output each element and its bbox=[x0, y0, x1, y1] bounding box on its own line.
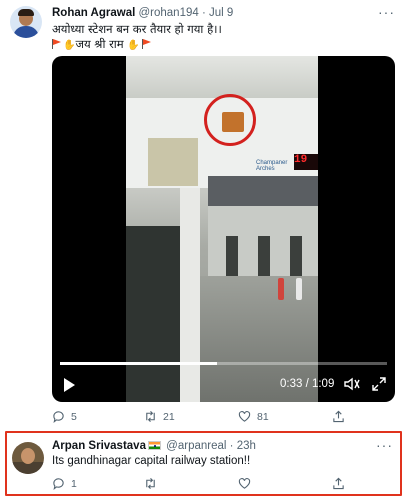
led-display: 19 bbox=[294, 154, 318, 170]
flag-icon bbox=[52, 39, 61, 49]
flag-icon bbox=[141, 39, 151, 49]
tweet-actions: 5 21 81 bbox=[52, 410, 392, 426]
reply-button[interactable]: 5 bbox=[52, 410, 77, 423]
wall-art-image bbox=[148, 138, 198, 186]
like-count: 81 bbox=[257, 410, 269, 423]
share-button[interactable] bbox=[332, 410, 351, 423]
reply-icon bbox=[53, 411, 64, 423]
reply-header: Arpan Srivastava @arpanreal · 23h bbox=[52, 440, 256, 452]
share-button[interactable] bbox=[332, 477, 351, 490]
pillar bbox=[180, 188, 200, 402]
video-player[interactable]: Champaner Arches 19 0:33 / 1:09 bbox=[52, 56, 395, 402]
like-button[interactable]: 81 bbox=[238, 410, 269, 423]
tweet-header: Rohan Agrawal @rohan194 · Jul 9 bbox=[52, 7, 233, 19]
video-frame[interactable]: Champaner Arches 19 bbox=[126, 56, 318, 402]
separator: · bbox=[201, 7, 206, 19]
heart-icon bbox=[238, 411, 251, 422]
share-icon bbox=[333, 477, 344, 490]
dark-foreground bbox=[126, 226, 180, 402]
retweet-count: 21 bbox=[163, 410, 175, 423]
person bbox=[296, 278, 302, 300]
gate bbox=[226, 236, 238, 276]
highlight-circle bbox=[204, 94, 256, 146]
more-icon[interactable]: ··· bbox=[378, 4, 395, 20]
station-sign: Champaner Arches bbox=[256, 160, 288, 172]
author-handle[interactable]: @rohan194 bbox=[138, 7, 198, 19]
tweet-text-chant: जय श्री राम bbox=[75, 37, 124, 51]
video-progress-bar[interactable] bbox=[60, 362, 387, 365]
person bbox=[278, 278, 284, 300]
reply-tweet[interactable]: Arpan Srivastava @arpanreal · 23h ··· It… bbox=[5, 431, 402, 496]
tweet-date[interactable]: Jul 9 bbox=[209, 7, 233, 19]
gate bbox=[258, 236, 270, 276]
play-icon[interactable] bbox=[64, 378, 75, 392]
pray-icon: ✋ bbox=[63, 40, 76, 51]
author-handle[interactable]: @arpanreal bbox=[166, 440, 226, 452]
author-name[interactable]: Arpan Srivastava bbox=[52, 440, 146, 452]
gate bbox=[290, 236, 302, 276]
reply-icon bbox=[53, 478, 64, 490]
tweet-text-line2: ✋जय श्री राम ✋ bbox=[52, 37, 222, 53]
reply-date[interactable]: 23h bbox=[237, 440, 256, 452]
volume-icon[interactable] bbox=[344, 377, 360, 391]
video-progress-fill bbox=[60, 362, 217, 365]
retweet-icon bbox=[146, 477, 155, 490]
video-time: 0:33 / 1:09 bbox=[280, 378, 335, 390]
reply-count: 1 bbox=[71, 477, 77, 490]
share-icon bbox=[333, 410, 344, 423]
reply-actions: 1 bbox=[52, 477, 392, 493]
heart-icon bbox=[238, 478, 251, 489]
reply-button[interactable]: 1 bbox=[52, 477, 77, 490]
more-icon[interactable]: ··· bbox=[376, 437, 393, 453]
author-name[interactable]: Rohan Agrawal bbox=[52, 7, 135, 19]
overhead-board bbox=[208, 176, 318, 206]
tweet-text: अयोध्या स्टेशन बन कर तैयार हो गया है।। ✋… bbox=[52, 22, 222, 53]
pray-icon: ✋ bbox=[127, 40, 140, 51]
retweet-button[interactable]: 21 bbox=[144, 410, 175, 423]
like-button[interactable] bbox=[238, 477, 257, 490]
retweet-icon bbox=[146, 410, 155, 423]
retweet-button[interactable] bbox=[144, 477, 163, 490]
reply-count: 5 bbox=[71, 410, 77, 423]
tweet-text-line1: अयोध्या स्टेशन बन कर तैयार हो गया है।। bbox=[52, 22, 222, 36]
reply-text: Its gandhinagar capital railway station!… bbox=[52, 455, 251, 467]
avatar[interactable] bbox=[10, 6, 42, 38]
india-flag-icon bbox=[147, 441, 161, 450]
avatar[interactable] bbox=[12, 442, 44, 474]
separator: · bbox=[229, 440, 234, 452]
fullscreen-icon[interactable] bbox=[372, 377, 386, 391]
original-tweet[interactable]: Rohan Agrawal @rohan194 · Jul 9 ··· अयोध… bbox=[0, 0, 409, 428]
